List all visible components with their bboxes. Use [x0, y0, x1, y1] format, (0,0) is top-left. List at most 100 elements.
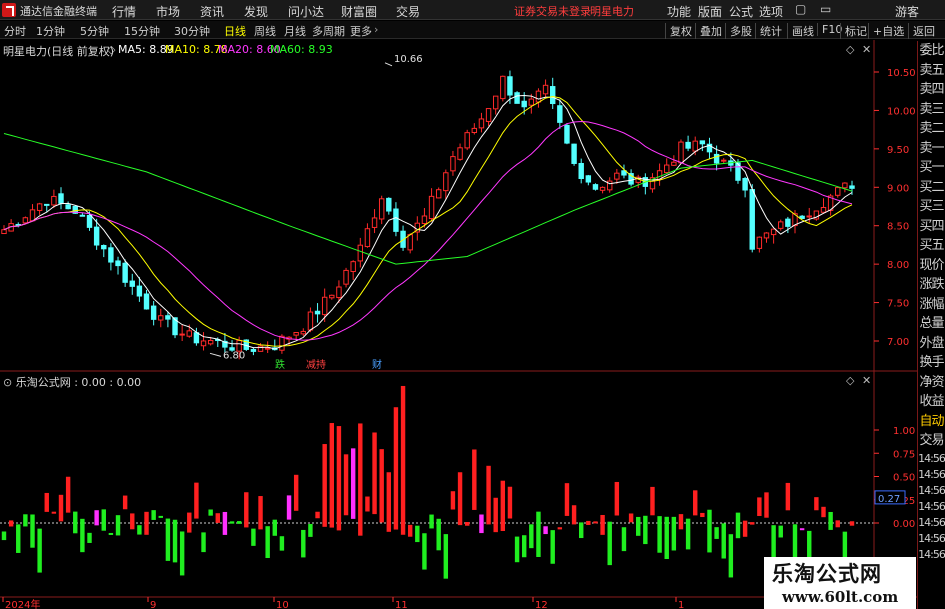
- sub-chart-values: 乐淘公式网 : 0.00 : 0.00: [15, 376, 142, 389]
- period-tab-weekly[interactable]: 周线: [254, 23, 276, 39]
- period-tab-multi[interactable]: 多周期: [312, 23, 345, 39]
- kline-chart[interactable]: 10.5010.009.509.008.508.007.507.001.000.…: [0, 40, 917, 609]
- sub-bar: [536, 511, 541, 557]
- period-tab-30min[interactable]: 30分钟: [174, 23, 210, 39]
- period-toolbar: 分时 1分钟 5分钟 15分钟 30分钟 日线 周线 月线 多周期 更多 › 复…: [0, 21, 945, 39]
- period-tab-more[interactable]: 更多: [350, 23, 372, 39]
- sub-bar: [279, 536, 285, 551]
- sub-bar: [593, 521, 598, 524]
- chart-close-icon[interactable]: ✕: [862, 43, 871, 56]
- menu-item-trade[interactable]: 交易: [396, 3, 420, 20]
- add-watchlist-button[interactable]: +自选: [868, 23, 904, 39]
- sub-bar: [700, 512, 705, 518]
- candle-body: [721, 159, 727, 162]
- candle-body: [785, 218, 791, 227]
- sidebar-outer-volume: 外盘: [919, 335, 944, 351]
- menu-item-market[interactable]: 市场: [156, 3, 180, 20]
- candle-body: [428, 195, 435, 220]
- login-warning[interactable]: 证券交易未登录: [514, 3, 591, 19]
- candle-body: [58, 193, 64, 204]
- candle-body: [749, 189, 755, 250]
- candle-body: [250, 349, 257, 352]
- candle-body: [507, 76, 513, 96]
- sidebar-change: 涨跌: [919, 277, 944, 292]
- menu-item-formula[interactable]: 公式: [729, 3, 753, 20]
- candle-body: [471, 127, 478, 134]
- menu-item-function[interactable]: 功能: [667, 3, 691, 20]
- candle-body: [678, 141, 684, 164]
- sidebar-time-6: 14:56: [918, 531, 945, 545]
- overlay-button[interactable]: 叠加: [695, 23, 722, 39]
- candle-body: [492, 95, 499, 110]
- period-tab-15min[interactable]: 15分钟: [124, 23, 160, 39]
- sub-bar: [407, 524, 413, 537]
- candle-body: [464, 132, 470, 149]
- high-price-annotation: 10.66: [394, 54, 423, 65]
- y-tick-label: 7.00: [887, 337, 909, 348]
- candle-body: [842, 182, 848, 189]
- sub-y-tick-label: 0.00: [893, 519, 915, 530]
- stats-button[interactable]: 统计: [755, 23, 782, 39]
- candle-body: [614, 172, 620, 180]
- candle-body: [557, 105, 563, 123]
- sub-settings-icon[interactable]: ⊙: [3, 376, 12, 389]
- watermark-line2: www.60lt.com: [782, 588, 899, 606]
- ma10-line: [3, 95, 853, 347]
- high-annotation-pointer: [384, 62, 393, 67]
- candle-body: [692, 140, 698, 152]
- candle-body: [165, 315, 171, 320]
- user-label[interactable]: 游客: [895, 3, 919, 20]
- sidebar-trade[interactable]: 交易: [918, 431, 945, 451]
- adjust-button[interactable]: 复权: [665, 23, 692, 39]
- menu-bar: 通达信金融终端 行情 市场 资讯 发现 问小达 财富圈 交易 证券交易未登录 明…: [0, 0, 945, 20]
- menu-item-news[interactable]: 资讯: [200, 3, 224, 20]
- sub-bar: [44, 492, 49, 512]
- sidebar-volume: 总量: [919, 316, 944, 331]
- multi-stock-button[interactable]: 多股: [725, 23, 752, 39]
- period-tab-1min[interactable]: 1分钟: [36, 23, 65, 39]
- candle-body: [592, 184, 599, 190]
- period-tab-daily[interactable]: 日线: [224, 23, 246, 39]
- sidebar-auto[interactable]: 自动: [918, 412, 945, 432]
- sub-bar: [849, 521, 855, 526]
- candle-body: [756, 236, 763, 249]
- menu-item-assistant[interactable]: 问小达: [288, 3, 324, 20]
- candle-body: [307, 311, 314, 331]
- sub-bar: [187, 512, 192, 533]
- sidebar-bid1: 买一: [919, 160, 944, 175]
- sub-bar: [543, 526, 548, 535]
- draw-line-button[interactable]: 画线: [787, 23, 814, 39]
- window-unknown-icon[interactable]: ▢: [795, 2, 806, 16]
- sub-bar: [101, 509, 106, 531]
- sidebar-ask4: 卖四: [919, 82, 944, 97]
- sub-bar: [693, 490, 698, 516]
- menu-item-options[interactable]: 选项: [759, 3, 783, 20]
- sub-chart-close-icon[interactable]: ✕: [862, 374, 871, 387]
- sub-bar: [764, 492, 769, 518]
- menu-item-layout[interactable]: 版面: [698, 3, 722, 20]
- menu-item-discover[interactable]: 发现: [244, 3, 268, 20]
- sub-bar: [821, 506, 826, 518]
- sub-bar: [436, 518, 441, 551]
- window-restore-icon[interactable]: ▭: [820, 2, 831, 16]
- period-tab-5min[interactable]: 5分钟: [80, 23, 109, 39]
- more-arrow-icon[interactable]: ›: [374, 23, 378, 36]
- candle-body: [1, 229, 7, 235]
- period-tab-intraday[interactable]: 分时: [4, 23, 26, 39]
- f10-button[interactable]: F10: [817, 23, 842, 36]
- menu-item-wealth[interactable]: 财富圈: [341, 3, 377, 20]
- mark-button[interactable]: 标记: [840, 23, 867, 39]
- sub-chart-settings-icon[interactable]: ◇: [846, 374, 854, 387]
- sub-bar: [51, 511, 57, 514]
- candle-body: [186, 330, 192, 337]
- menu-item-quotes[interactable]: 行情: [112, 3, 136, 20]
- sub-bar: [650, 486, 655, 516]
- chart-settings-icon[interactable]: ◇: [846, 43, 854, 56]
- sub-bar: [30, 514, 35, 548]
- sub-bar: [229, 521, 235, 524]
- period-tab-monthly[interactable]: 月线: [284, 23, 306, 39]
- sub-bar: [486, 465, 491, 525]
- back-button[interactable]: 返回: [908, 23, 935, 39]
- sub-bar: [201, 532, 206, 553]
- y-tick-label: 9.00: [887, 183, 909, 194]
